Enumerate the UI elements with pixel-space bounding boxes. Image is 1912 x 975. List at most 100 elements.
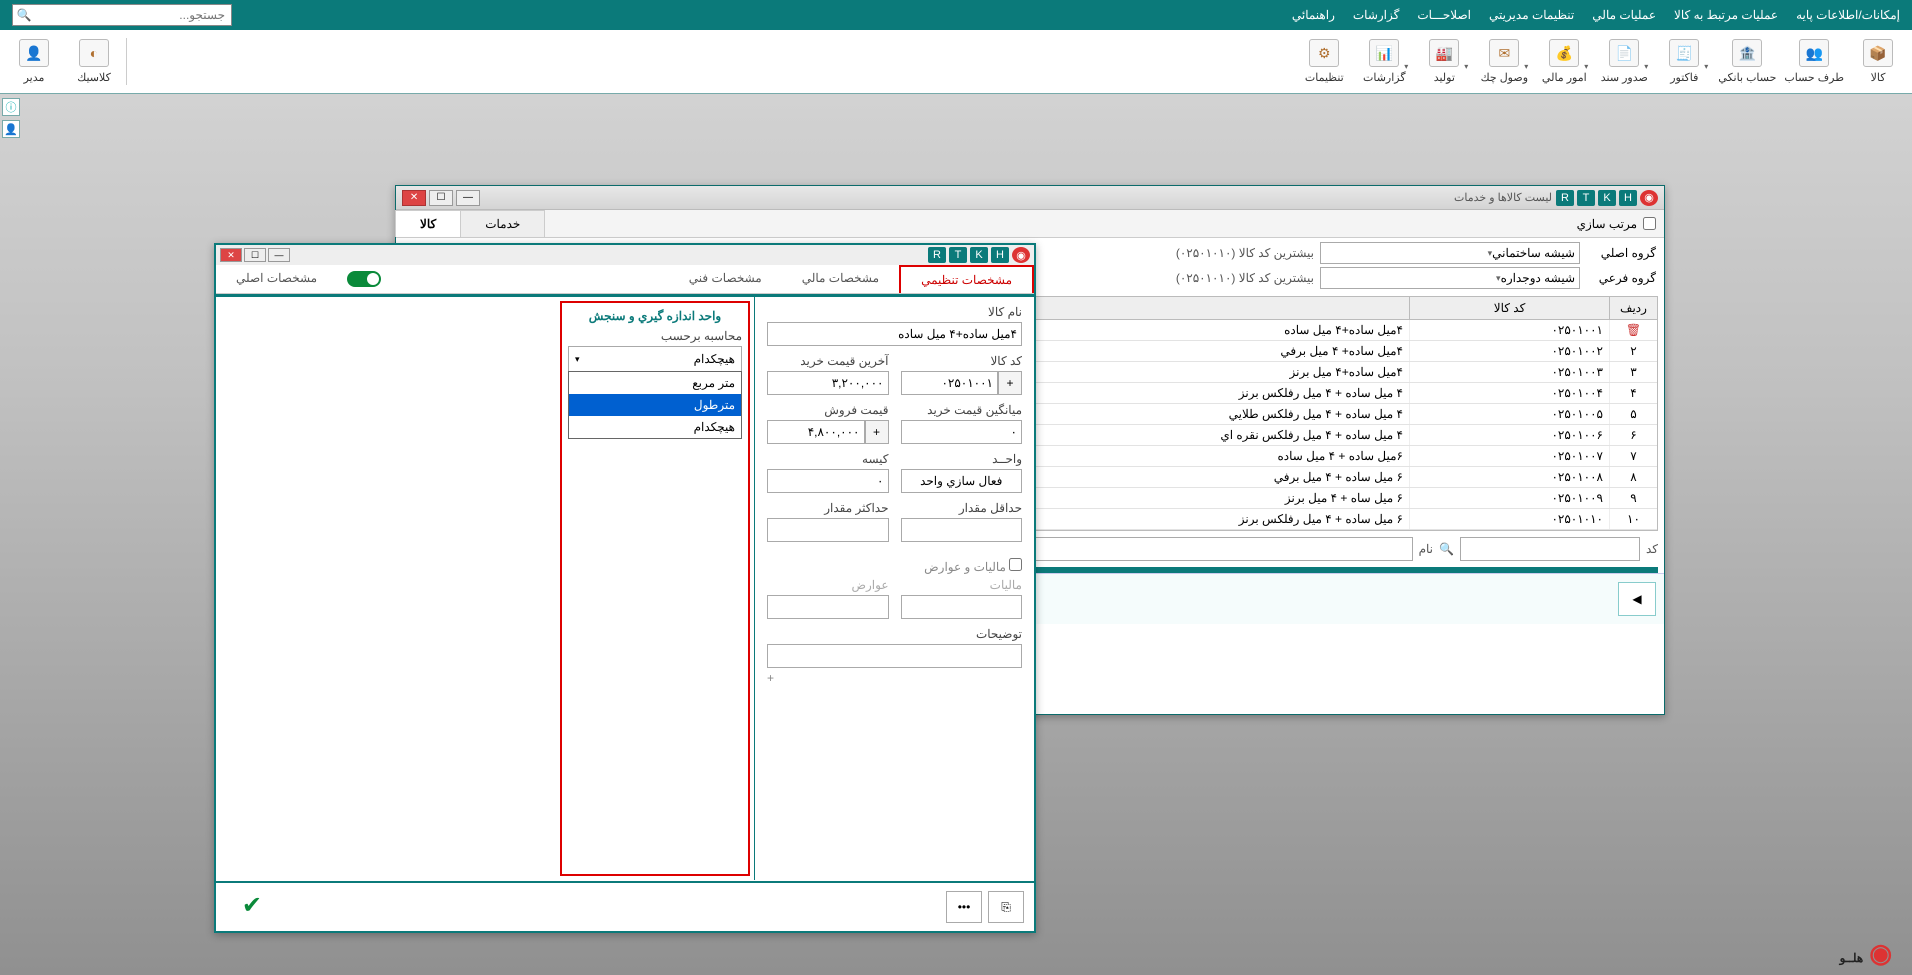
duty-label: عوارض (767, 578, 889, 592)
desc-input[interactable] (767, 644, 1022, 668)
close-button[interactable]: ✕ (402, 190, 426, 206)
sell-label: قيمت فروش (767, 403, 889, 417)
menu-help[interactable]: راهنمائي (1292, 8, 1335, 22)
red-dot-icon-2: ◉ (1012, 247, 1030, 263)
tab-khadamat[interactable]: خدمات (460, 210, 545, 237)
tab-main-spec[interactable]: مشخصات اصلي (216, 265, 337, 293)
detail-maximize[interactable]: ☐ (244, 248, 266, 262)
red-dot-icon: ◉ (1640, 190, 1658, 206)
tax-input[interactable] (901, 595, 1023, 619)
tab-settings-spec[interactable]: مشخصات تنظيمي (899, 265, 1034, 293)
col-code[interactable]: کد کالا (1409, 297, 1609, 319)
menu-mgmt[interactable]: تنظيمات مديريتي (1489, 8, 1574, 22)
arrow-button[interactable]: ◀ (1618, 582, 1656, 616)
more-button[interactable]: ••• (946, 891, 982, 923)
maximize-button[interactable]: ☐ (429, 190, 453, 206)
minimize-button[interactable]: — (456, 190, 480, 206)
ribbon-طرف حساب[interactable]: 👥طرف حساب (1784, 34, 1844, 89)
code-input[interactable] (901, 371, 999, 395)
ribbon-تنظيمات[interactable]: ⚙تنظيمات (1298, 34, 1350, 89)
calc-option[interactable]: متر مربع (569, 372, 741, 394)
menu-corrections[interactable]: اصلاحـــات (1417, 8, 1471, 22)
menu-reports[interactable]: گزارشات (1353, 8, 1399, 22)
tax-section-title: ماليات و عوارض (767, 558, 1022, 574)
sell-input[interactable] (767, 420, 865, 444)
min-label: حداقل مقدار (901, 501, 1023, 515)
avgbuy-label: ميانگين قيمت خريد (901, 403, 1023, 417)
ribbon-كالا[interactable]: 📦كالا (1852, 34, 1904, 89)
list-window-title: ليست كالاها و خدمات (480, 191, 1556, 204)
calc-option[interactable]: هيچكدام (569, 416, 741, 438)
r-badge-2[interactable]: R (928, 247, 946, 263)
sort-label: مرتب سازي (1577, 217, 1637, 231)
group-sub-select[interactable]: شيشه دوجداره▾ (1320, 267, 1580, 289)
max-code-label-1: بيشترين كد كالا (۰۲۵۰۱۰۱۰) (1176, 246, 1314, 260)
confirm-button[interactable]: ✔ (226, 891, 262, 923)
item-detail-window: ◉ H K T R — ☐ ✕ مشخصات اصلي مشخصات فني م… (214, 243, 1036, 933)
bag-input[interactable] (767, 469, 889, 493)
k-badge[interactable]: K (1598, 190, 1616, 206)
k-badge-2[interactable]: K (970, 247, 988, 263)
brand-logo: ◉ هلــو (1840, 938, 1892, 969)
code-plus[interactable]: + (998, 371, 1022, 395)
group-sub-label: گروه فرعي (1586, 271, 1656, 285)
measure-title: واحد اندازه گيري و سنجش (568, 309, 742, 323)
ribbon-حساب بانكي[interactable]: 🏦حساب بانكي (1718, 34, 1776, 89)
desc-label: توضيحات (767, 627, 1022, 641)
ribbon-كلاسيك[interactable]: ◐كلاسيك (68, 34, 120, 89)
avgbuy-input[interactable] (901, 420, 1023, 444)
desc-add[interactable]: + (767, 671, 1022, 685)
calc-option[interactable]: مترطول (569, 394, 741, 416)
main-menubar: إمكانات/اطلاعات پايه عمليات مرتبط به كال… (0, 0, 1912, 30)
ribbon-توليد[interactable]: 🏭توليد▾ (1418, 34, 1470, 89)
tab-financial-spec[interactable]: مشخصات مالي (782, 265, 899, 293)
user-icon[interactable]: 👤 (2, 120, 20, 138)
name-input[interactable] (767, 322, 1022, 346)
search-code-input[interactable] (1460, 537, 1640, 561)
group-main-label: گروه اصلي (1586, 246, 1656, 260)
global-search[interactable]: 🔍 (12, 4, 232, 26)
min-input[interactable] (901, 518, 1023, 542)
calc-dropdown[interactable]: هيچكدام▾ متر مربعمترطولهيچكدام (568, 346, 742, 372)
list-window-titlebar: ◉ H K T R ليست كالاها و خدمات — ☐ ✕ (396, 186, 1664, 210)
unit-label: واحــد (901, 452, 1023, 466)
ribbon-صدور سند[interactable]: 📄صدور سند▾ (1598, 34, 1650, 89)
ribbon-گزارشات[interactable]: 📊گزارشات▾ (1358, 34, 1410, 89)
lastbuy-input[interactable] (767, 371, 889, 395)
sell-plus[interactable]: + (865, 420, 889, 444)
col-row[interactable]: رديف (1609, 297, 1657, 319)
active-toggle[interactable] (347, 271, 381, 287)
h-badge-2[interactable]: H (991, 247, 1009, 263)
ribbon-امور مالي[interactable]: 💰امور مالي▾ (1538, 34, 1590, 89)
search-input[interactable] (35, 5, 231, 25)
search-code-label: کد (1646, 542, 1658, 556)
r-badge[interactable]: R (1556, 190, 1574, 206)
menu-base[interactable]: إمكانات/اطلاعات پايه (1796, 8, 1900, 22)
ribbon-وصول چك[interactable]: ✉وصول چك▾ (1478, 34, 1530, 89)
side-icon-strip: ⓘ 👤 (2, 98, 20, 138)
max-input[interactable] (767, 518, 889, 542)
group-main-select[interactable]: شيشه ساختماني▾ (1320, 242, 1580, 264)
detail-close[interactable]: ✕ (220, 248, 242, 262)
exit-button[interactable]: ⎘ (988, 891, 1024, 923)
detail-minimize[interactable]: — (268, 248, 290, 262)
tab-kala[interactable]: کالا (395, 210, 461, 237)
h-badge[interactable]: H (1619, 190, 1637, 206)
menu-goods-ops[interactable]: عمليات مرتبط به كالا (1674, 8, 1778, 22)
ribbon-فاكتور[interactable]: 🧾فاكتور▾ (1658, 34, 1710, 89)
t-badge[interactable]: T (1577, 190, 1595, 206)
unit-activate-button[interactable]: فعال سازي واحد (901, 469, 1023, 493)
search-name-label: نام (1419, 542, 1433, 556)
hktr-badges: ◉ H K T R (1556, 190, 1658, 206)
tab-tech-spec[interactable]: مشخصات فني (669, 265, 782, 293)
tax-checkbox[interactable] (1009, 558, 1022, 571)
duty-input[interactable] (767, 595, 889, 619)
t-badge-2[interactable]: T (949, 247, 967, 263)
sort-checkbox[interactable] (1643, 217, 1656, 230)
name-label: نام كالا (767, 305, 1022, 319)
menu-finance-ops[interactable]: عمليات مالي (1592, 8, 1656, 22)
ribbon-مدير[interactable]: 👤مدير (8, 34, 60, 89)
info-icon[interactable]: ⓘ (2, 98, 20, 116)
tax-label: ماليات (901, 578, 1023, 592)
bag-label: كيسه (767, 452, 889, 466)
